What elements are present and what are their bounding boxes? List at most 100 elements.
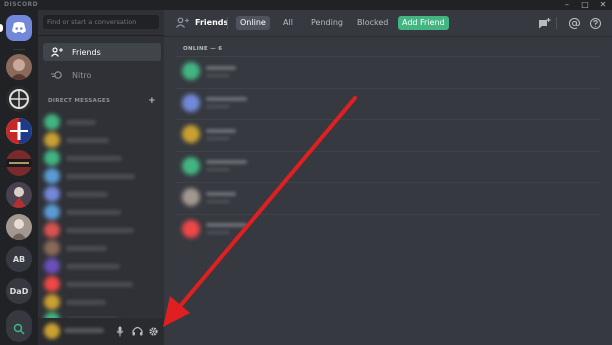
- sidebar-item-nitro[interactable]: Nitro: [43, 66, 161, 84]
- dm-name: [66, 119, 96, 125]
- dm-name: [66, 227, 134, 233]
- search-input[interactable]: [43, 15, 159, 29]
- gear-icon: [148, 326, 158, 336]
- friend-info: [206, 160, 247, 171]
- friend-status: [206, 199, 230, 203]
- list-item[interactable]: [44, 202, 159, 222]
- server-image: [6, 159, 32, 167]
- friend-name: [206, 223, 247, 227]
- tab-all[interactable]: All: [279, 16, 297, 30]
- dm-name: [66, 209, 121, 215]
- server-icon[interactable]: [6, 182, 32, 208]
- dm-name: [66, 281, 133, 287]
- friend-info: [206, 97, 247, 108]
- mute-button[interactable]: [114, 325, 126, 337]
- server-icon[interactable]: [6, 118, 32, 144]
- avatar: [44, 276, 60, 292]
- maximize-button[interactable]: □: [576, 0, 594, 10]
- dm-name: [66, 173, 135, 179]
- dm-name: [66, 299, 106, 305]
- avatar: [182, 93, 200, 112]
- dm-name: [66, 137, 109, 143]
- server-icon[interactable]: [6, 54, 32, 80]
- new-group-dm-icon: [539, 17, 551, 28]
- list-item[interactable]: [44, 220, 159, 240]
- friend-row[interactable]: [176, 150, 600, 180]
- server-icon[interactable]: [6, 150, 32, 176]
- help-button[interactable]: [589, 17, 602, 30]
- tab-pending[interactable]: Pending: [307, 16, 347, 30]
- server-icon-dad[interactable]: DaD: [6, 278, 32, 304]
- server-icon-ab[interactable]: AB: [6, 246, 32, 272]
- deafen-button[interactable]: [131, 325, 143, 337]
- list-item[interactable]: [44, 256, 159, 276]
- friend-info: [206, 65, 236, 77]
- create-dm-button[interactable]: +: [148, 96, 156, 106]
- avatar: [182, 125, 200, 143]
- avatar: [182, 188, 200, 206]
- list-item[interactable]: [44, 166, 159, 186]
- home-button[interactable]: [6, 15, 32, 41]
- friend-status: [206, 231, 230, 234]
- friend-info: [206, 191, 236, 203]
- list-item[interactable]: [44, 148, 159, 168]
- friends-icon: [176, 17, 189, 28]
- divider: [227, 17, 228, 29]
- list-item[interactable]: [44, 184, 159, 204]
- friend-name: [206, 97, 247, 101]
- nitro-icon: [51, 70, 63, 80]
- friend-name: [206, 160, 247, 164]
- server-image: [9, 89, 29, 109]
- discord-logo-icon: [12, 22, 26, 34]
- avatar: [44, 258, 60, 274]
- friends-topbar: Friends Online All Pending Blocked Add F…: [164, 10, 612, 37]
- server-image: [10, 59, 28, 80]
- new-group-dm-button[interactable]: [538, 17, 551, 30]
- list-item[interactable]: [44, 238, 159, 258]
- at-sign-icon: [569, 18, 580, 29]
- sidebar-item-friends[interactable]: Friends: [43, 43, 161, 61]
- avatar: [44, 168, 60, 184]
- microphone-icon: [116, 326, 124, 336]
- avatar: [44, 222, 60, 238]
- friend-status: [206, 136, 230, 140]
- explore-servers-button[interactable]: [6, 316, 32, 342]
- avatar: [44, 114, 60, 130]
- tab-online[interactable]: Online: [236, 16, 270, 30]
- avatar: [44, 204, 60, 220]
- friends-icon: [51, 47, 63, 57]
- friend-status: [206, 168, 230, 171]
- friend-row[interactable]: [176, 119, 600, 148]
- list-item[interactable]: [44, 130, 159, 150]
- server-icon[interactable]: [6, 214, 32, 240]
- friend-row[interactable]: [176, 213, 600, 243]
- avatar: [182, 156, 200, 175]
- friend-row[interactable]: [176, 87, 600, 117]
- friend-row[interactable]: [176, 56, 600, 85]
- server-icon[interactable]: [6, 86, 32, 112]
- minimize-button[interactable]: –: [558, 0, 576, 10]
- avatar[interactable]: [44, 323, 60, 339]
- page-title-label: Friends: [195, 18, 229, 27]
- list-item[interactable]: [44, 292, 159, 312]
- avatar: [182, 219, 200, 238]
- friend-row[interactable]: [176, 182, 600, 211]
- app-name: DISCORD: [4, 1, 39, 8]
- user-panel: [38, 318, 164, 345]
- user-settings-button[interactable]: [147, 325, 159, 337]
- list-item[interactable]: [44, 112, 159, 132]
- friend-name: [206, 65, 236, 70]
- server-list: AB DaD +: [0, 10, 38, 345]
- friend-status: [206, 73, 230, 77]
- page-title: Friends: [176, 17, 228, 28]
- dm-section-header: DIRECT MESSAGES +: [48, 96, 160, 106]
- help-icon: [590, 18, 601, 29]
- add-friend-button[interactable]: Add Friend: [398, 16, 449, 30]
- sidebar-item-label: Friends: [72, 47, 101, 57]
- mentions-button[interactable]: [568, 17, 581, 30]
- avatar: [44, 150, 60, 166]
- sidebar-item-label: Nitro: [72, 70, 92, 80]
- tab-blocked[interactable]: Blocked: [353, 16, 392, 30]
- close-button[interactable]: ✕: [594, 0, 612, 10]
- list-item[interactable]: [44, 274, 159, 294]
